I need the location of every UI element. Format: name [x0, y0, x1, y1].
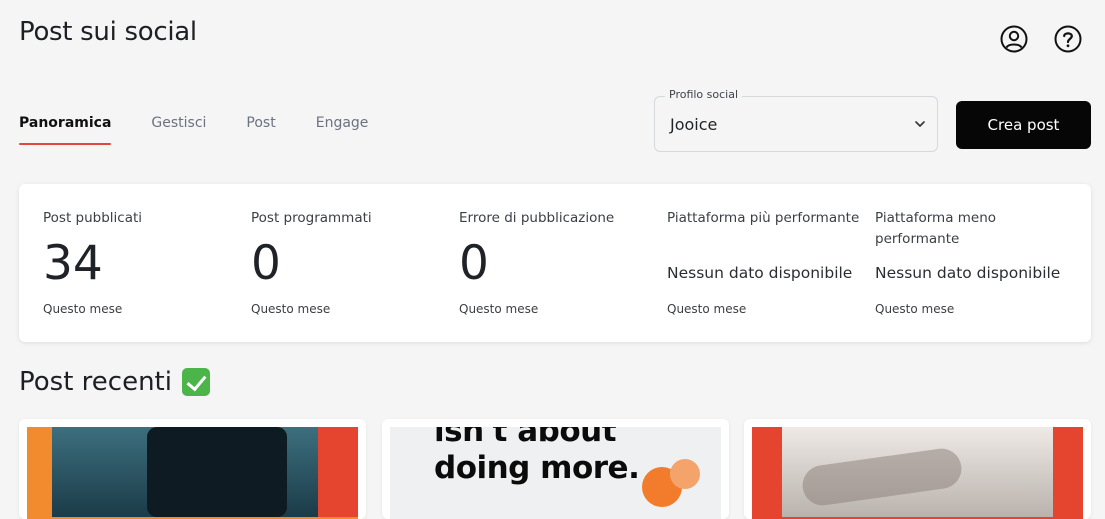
stat-empty-value: Nessun dato disponibile [875, 264, 1061, 282]
check-mark-icon [181, 368, 210, 396]
stat-label: Post programmati [251, 210, 372, 226]
stat-published: Post pubblicati 34 Questo mese [43, 184, 243, 342]
post-thumbnail [27, 427, 358, 519]
stat-best-platform: Piattaforma più performante Nessun dato … [667, 184, 867, 342]
recent-posts-title-text: Post recenti [19, 367, 172, 397]
post-thumbnail [752, 427, 1083, 519]
post-card[interactable]: isn't about doing more. [382, 419, 729, 519]
stat-label: Errore di pubblicazione [459, 210, 615, 226]
stat-period: Questo mese [459, 302, 539, 316]
help-circle-icon [1054, 25, 1082, 53]
user-circle-icon [1000, 25, 1028, 53]
tab-post[interactable]: Post [246, 115, 275, 145]
chevron-down-icon [915, 121, 925, 127]
stat-period: Questo mese [667, 302, 747, 316]
stat-empty-value: Nessun dato disponibile [667, 264, 853, 282]
post-card[interactable] [744, 419, 1091, 519]
post-thumbnail: isn't about doing more. [390, 427, 721, 519]
stat-value: 0 [251, 236, 281, 291]
stat-value: 0 [459, 236, 489, 291]
stat-period: Questo mese [43, 302, 123, 316]
stat-value: 34 [43, 236, 103, 291]
tab-engage[interactable]: Engage [316, 115, 369, 145]
tab-bar: Panoramica Gestisci Post Engage [19, 115, 408, 145]
stat-label: Piattaforma meno performante [875, 210, 997, 247]
stat-period: Questo mese [875, 302, 955, 316]
stats-panel: Post pubblicati 34 Questo mese Post prog… [19, 184, 1091, 342]
stat-errors: Errore di pubblicazione 0 Questo mese [459, 184, 659, 342]
profile-select-value: Jooice [670, 115, 718, 134]
stat-label: Piattaforma più performante [667, 210, 860, 226]
create-post-button[interactable]: Crea post [956, 101, 1091, 149]
stat-worst-platform: Piattaforma meno performante Nessun dato… [875, 184, 1075, 342]
post-card[interactable] [19, 419, 366, 519]
account-button[interactable] [999, 24, 1029, 54]
post-thumbnail-text: isn't about doing more. [434, 427, 640, 486]
stat-period: Questo mese [251, 302, 331, 316]
profile-select[interactable]: Profilo social Jooice [654, 88, 938, 152]
recent-posts-title: Post recenti [19, 367, 210, 397]
help-button[interactable] [1053, 24, 1083, 54]
tab-gestisci[interactable]: Gestisci [151, 115, 206, 145]
page-title: Post sui social [19, 17, 197, 47]
profile-select-label: Profilo social [665, 88, 743, 101]
stat-label: Post pubblicati [43, 210, 143, 226]
stat-scheduled: Post programmati 0 Questo mese [251, 184, 451, 342]
tab-panoramica[interactable]: Panoramica [19, 115, 112, 145]
